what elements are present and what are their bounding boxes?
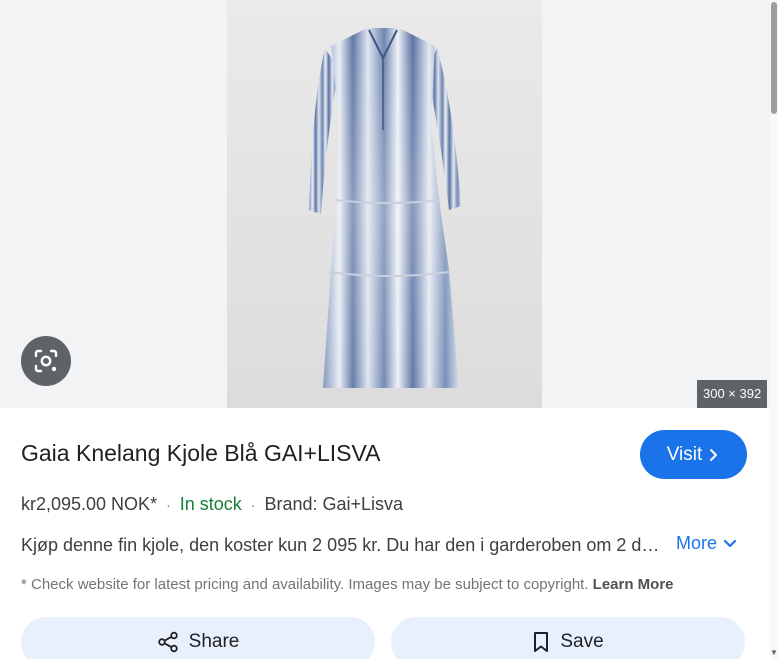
disclaimer-text: * Check website for latest pricing and a… [21,576,589,593]
visit-button[interactable]: Visit [640,430,747,479]
stock-status: In stock [179,494,242,514]
chevron-right-icon [710,448,718,461]
share-label: Share [188,631,240,652]
separator-dot: · [250,496,256,513]
product-brand: Brand: Gai+Lisva [264,494,404,514]
scroll-down-arrow-icon[interactable]: ▼ [770,649,778,657]
share-button[interactable]: Share [21,617,375,659]
separator-dot: · [166,496,171,513]
image-preview-area: 300 × 392 [0,0,770,408]
scrollbar-thumb[interactable] [771,2,777,114]
lens-icon [34,349,58,373]
product-price: kr2,095.00 NOK* [21,494,158,514]
more-button[interactable]: More [676,533,737,554]
product-description: Kjøp denne fin kjole, den koster kun 2 0… [21,535,661,555]
share-icon [157,631,178,653]
save-button[interactable]: Save [391,617,745,659]
lens-search-button[interactable] [21,336,71,386]
scrollbar[interactable]: ▼ [770,0,778,659]
product-photo[interactable] [227,0,542,408]
image-dimensions-badge: 300 × 392 [697,380,768,408]
disclaimer: * Check website for latest pricing and a… [21,576,674,593]
product-meta-row: kr2,095.00 NOK* · In stock · Brand: Gai+… [21,494,403,515]
bookmark-icon [534,632,549,652]
more-label: More [676,533,718,553]
chevron-down-icon [723,539,737,547]
dress-image [309,28,461,388]
visit-label: Visit [666,443,703,465]
product-title[interactable]: Gaia Knelang Kjole Blå GAI+LISVA [21,440,381,467]
save-label: Save [560,631,604,652]
learn-more-link[interactable]: Learn More [593,576,674,593]
